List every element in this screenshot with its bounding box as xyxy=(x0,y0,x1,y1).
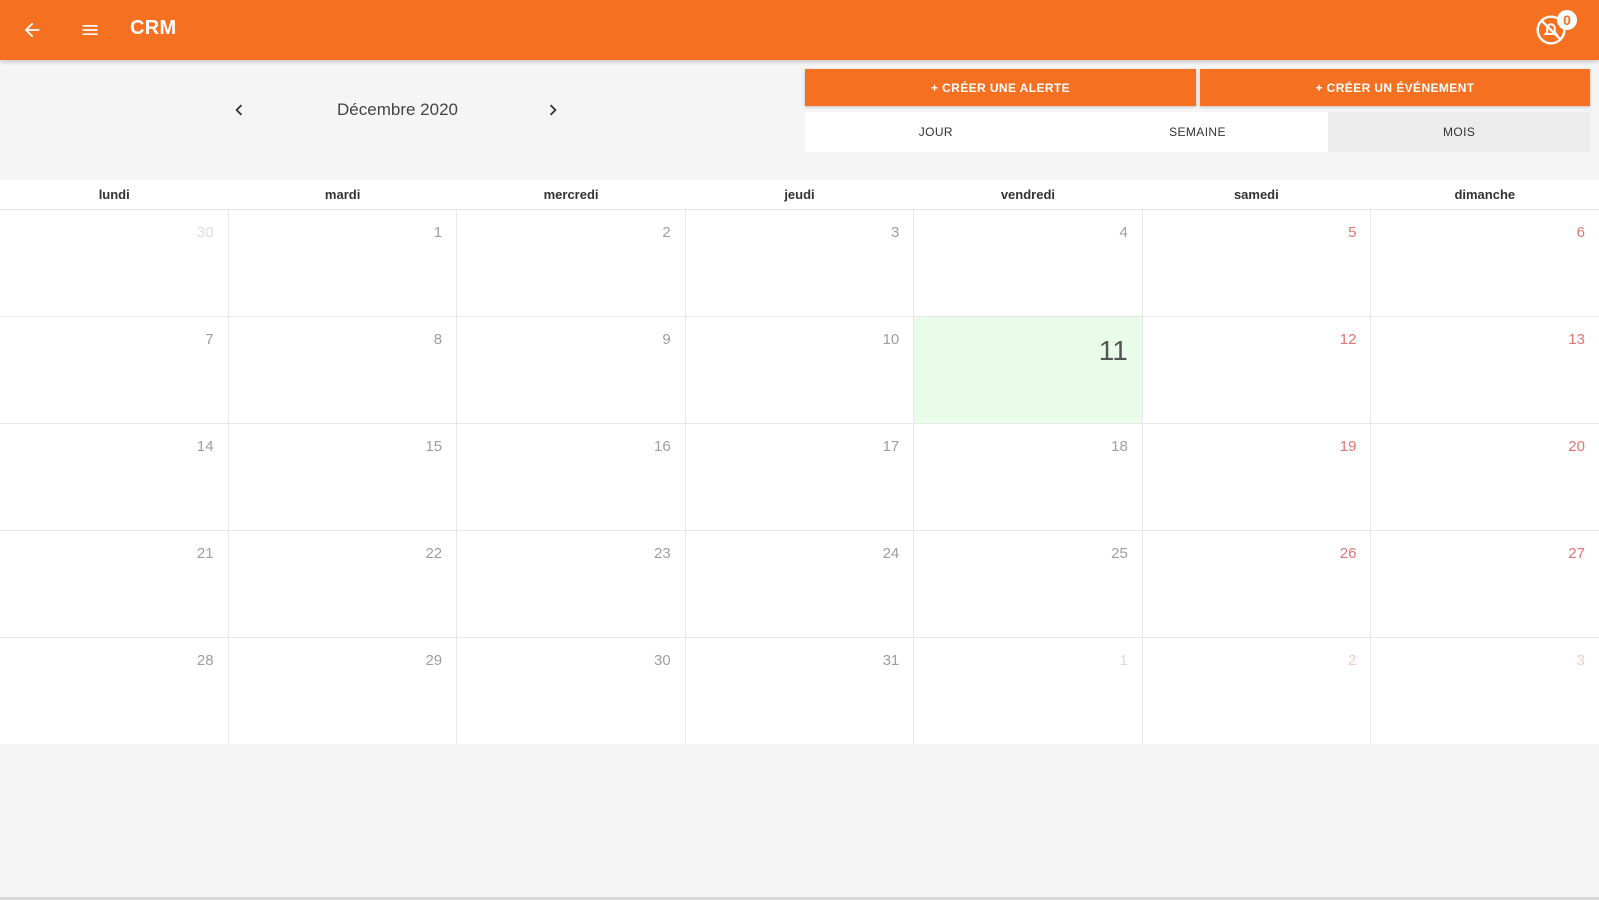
calendar-day[interactable]: 2 xyxy=(1142,638,1371,744)
calendar-day[interactable]: 27 xyxy=(1371,531,1599,637)
calendar-day[interactable]: 24 xyxy=(685,531,914,637)
day-number: 14 xyxy=(196,438,214,455)
calendar-day[interactable]: 10 xyxy=(685,317,914,423)
day-number: 17 xyxy=(882,438,900,455)
day-number: 1 xyxy=(1119,652,1128,669)
calendar-day[interactable]: 7 xyxy=(0,317,228,423)
calendar-day[interactable]: 16 xyxy=(457,424,685,530)
view-tabs: JOUR SEMAINE MOIS xyxy=(805,112,1591,152)
calendar-day[interactable]: 18 xyxy=(914,424,1142,530)
weekday-label: dimanche xyxy=(1454,187,1516,202)
calendar-day[interactable]: 3 xyxy=(1371,638,1599,744)
day-number: 21 xyxy=(196,545,214,562)
previous-month-button[interactable] xyxy=(224,95,254,125)
weekday-label: lundi xyxy=(98,187,130,202)
day-number: 7 xyxy=(205,331,214,348)
day-number: 10 xyxy=(882,331,900,348)
calendar-day[interactable]: 30 xyxy=(0,210,228,316)
day-number: 4 xyxy=(1119,224,1128,241)
calendar-day[interactable]: 5 xyxy=(1142,210,1371,316)
weekday-label: jeudi xyxy=(784,187,815,202)
day-number: 15 xyxy=(425,438,443,455)
calendar-day[interactable]: 3 xyxy=(685,210,914,316)
back-button[interactable] xyxy=(16,14,48,46)
day-number: 19 xyxy=(1339,438,1357,455)
calendar-day[interactable]: 9 xyxy=(457,317,685,423)
calendar-day[interactable]: 31 xyxy=(685,638,914,744)
day-number: 27 xyxy=(1568,545,1585,562)
calendar-day[interactable]: 4 xyxy=(914,210,1142,316)
notification-badge: 0 xyxy=(1557,10,1577,30)
day-number: 24 xyxy=(882,545,900,562)
day-number: 3 xyxy=(1576,652,1585,669)
day-number: 22 xyxy=(425,545,443,562)
day-number: 8 xyxy=(433,331,443,348)
app-bar: CRM 0 xyxy=(0,0,1599,60)
chevron-left-icon xyxy=(235,104,243,116)
day-number: 3 xyxy=(890,224,900,241)
day-number: 30 xyxy=(654,652,671,669)
calendar-day[interactable]: 30 xyxy=(457,638,685,744)
app-title: CRM xyxy=(130,17,177,39)
calendar-day[interactable]: 29 xyxy=(228,638,457,744)
day-number: 23 xyxy=(654,545,671,562)
tab-month[interactable]: MOIS xyxy=(1328,112,1591,152)
day-number: 12 xyxy=(1339,331,1357,348)
calendar-day[interactable]: 22 xyxy=(228,531,457,637)
calendar-day[interactable]: 2 xyxy=(457,210,685,316)
day-number: 29 xyxy=(425,652,443,669)
day-number: 28 xyxy=(196,652,214,669)
weekday-label: samedi xyxy=(1233,187,1279,202)
day-number: 6 xyxy=(1576,224,1585,241)
menu-button[interactable] xyxy=(74,14,106,46)
arrow-left-icon xyxy=(24,22,40,38)
day-number: 30 xyxy=(196,224,214,241)
calendar-day[interactable]: 25 xyxy=(914,531,1142,637)
calendar-day[interactable]: 13 xyxy=(1371,317,1599,423)
notifications-button[interactable]: 0 xyxy=(1535,10,1577,48)
day-number: 18 xyxy=(1111,438,1128,455)
hamburger-menu-icon xyxy=(82,25,98,35)
calendar-day[interactable]: 8 xyxy=(228,317,457,423)
weekday-header: lundi mardi mercredi jeudi vendredi same… xyxy=(0,180,1599,210)
calendar-day[interactable]: 12 xyxy=(1142,317,1371,423)
calendar-day[interactable]: 21 xyxy=(0,531,228,637)
next-month-button[interactable] xyxy=(538,95,568,125)
current-month-label: Décembre 2020 xyxy=(337,100,458,119)
calendar-grid: 30 1 2 3 4 5 6 7 8 9 10 11 12 13 14 15 16 17 18 19 20 21 22 23 2… xyxy=(0,210,1599,744)
day-number: 20 xyxy=(1568,438,1585,455)
create-alert-button[interactable]: + CRÉER UNE ALERTE xyxy=(805,69,1196,106)
calendar-day[interactable]: 19 xyxy=(1142,424,1371,530)
calendar-day[interactable]: 1 xyxy=(228,210,457,316)
day-number: 16 xyxy=(654,438,671,455)
tab-week[interactable]: SEMAINE xyxy=(1067,112,1329,152)
day-number: 1 xyxy=(433,224,443,241)
day-number: 11 xyxy=(1098,335,1128,366)
calendar-day-today[interactable]: 11 xyxy=(914,317,1142,423)
calendar-day[interactable]: 28 xyxy=(0,638,228,744)
weekday-label: mardi xyxy=(324,187,361,202)
create-event-button[interactable]: + CRÉER UN ÉVÉNEMENT xyxy=(1200,69,1590,106)
day-number: 5 xyxy=(1348,224,1357,241)
weekday-label: mercredi xyxy=(543,187,599,202)
calendar-day[interactable]: 23 xyxy=(457,531,685,637)
calendar-day[interactable]: 15 xyxy=(228,424,457,530)
calendar-day[interactable]: 6 xyxy=(1371,210,1599,316)
day-number: 2 xyxy=(1348,652,1357,669)
day-number: 31 xyxy=(882,652,900,669)
calendar-day[interactable]: 1 xyxy=(914,638,1142,744)
chevron-right-icon xyxy=(549,104,557,116)
day-number: 25 xyxy=(1111,545,1128,562)
month-calendar: lundi mardi mercredi jeudi vendredi same… xyxy=(0,180,1599,744)
calendar-day[interactable]: 14 xyxy=(0,424,228,530)
tab-day[interactable]: JOUR xyxy=(805,112,1067,152)
day-number: 2 xyxy=(662,224,671,241)
weekday-label: vendredi xyxy=(1000,187,1056,202)
calendar-day[interactable]: 26 xyxy=(1142,531,1371,637)
calendar-day[interactable]: 17 xyxy=(685,424,914,530)
day-number: 26 xyxy=(1339,545,1357,562)
day-number: 13 xyxy=(1568,331,1585,348)
day-number: 9 xyxy=(662,331,671,348)
calendar-day[interactable]: 20 xyxy=(1371,424,1599,530)
